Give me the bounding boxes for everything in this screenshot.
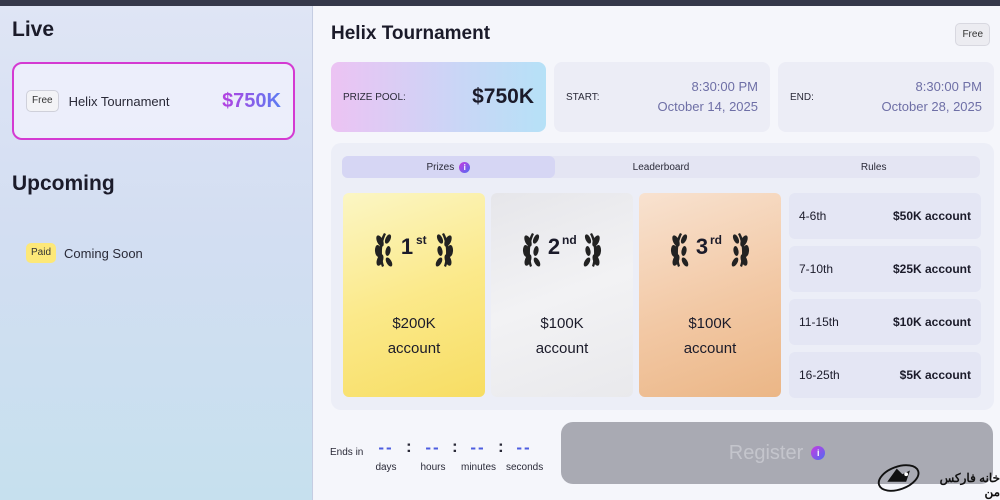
rank-range: 7-10th — [799, 262, 834, 276]
watermark-text: خانه فارکس من — [939, 471, 1000, 499]
minutes-label: minutes — [461, 462, 497, 473]
prize-pool-card: PRIZE POOL: $750K — [331, 62, 546, 132]
upcoming-heading: Upcoming — [12, 172, 115, 195]
first-place-prize: $200K — [392, 315, 436, 332]
tab-leaderboard-label: Leaderboard — [632, 161, 690, 173]
tab-leaderboard[interactable]: Leaderboard — [555, 156, 768, 178]
tournament-amount: $750K — [222, 89, 281, 112]
second-place-number: 2 — [548, 234, 560, 259]
start-date-card: START: 8:30:00 PM October 14, 2025 — [554, 62, 770, 132]
start-date: October 14, 2025 — [657, 99, 758, 114]
tab-prizes-label: Prizes — [426, 161, 455, 173]
info-icon: i — [459, 161, 471, 173]
ends-in-label: Ends in — [330, 447, 364, 458]
tab-rules[interactable]: Rules — [767, 156, 980, 178]
fox-logo-icon — [877, 464, 920, 492]
upcoming-tournament-item[interactable]: Paid Coming Soon — [26, 243, 143, 263]
list-item: 7-10th $25K account — [789, 246, 981, 292]
countdown-seconds: -- seconds — [506, 438, 544, 473]
seconds-value: -- — [516, 438, 532, 457]
list-item: 11-15th $10K account — [789, 299, 981, 345]
list-item: 16-25th $5K account — [789, 352, 981, 398]
sidebar: Live Free Helix Tournament $750K Upcomin… — [0, 6, 313, 500]
second-place-card: 2 nd $100K account — [491, 193, 633, 397]
third-place-prize-type: account — [683, 340, 737, 357]
end-date: October 28, 2025 — [881, 99, 982, 114]
countdown-days: -- days — [374, 438, 398, 473]
end-time: 8:30:00 PM — [915, 79, 983, 94]
rank-prize-list: 4-6th $50K account 7-10th $25K account 1… — [789, 193, 981, 405]
prize-pool-value: $750K — [472, 85, 534, 108]
hours-value: -- — [425, 438, 441, 457]
time-separator: : — [452, 437, 458, 456]
third-place-card: 3 rd $100K account — [639, 193, 781, 397]
third-place-number: 3 — [696, 234, 708, 259]
time-separator: : — [498, 437, 504, 456]
free-badge: Free — [26, 90, 59, 112]
days-label: days — [375, 462, 397, 473]
countdown-hours: -- hours — [418, 438, 448, 473]
laurel-wreath-icon: 3 rd — [670, 233, 750, 267]
seconds-label: seconds — [506, 462, 544, 473]
end-date-card: END: 8:30:00 PM October 28, 2025 — [778, 62, 994, 132]
first-place-card: 1 st $200K account — [343, 193, 485, 397]
list-item: 4-6th $50K account — [789, 193, 981, 239]
upcoming-name: Coming Soon — [64, 245, 143, 261]
rank-prize: $10K account — [892, 315, 971, 329]
start-label: START: — [566, 91, 600, 103]
prize-pool-label: PRIZE POOL: — [343, 91, 406, 103]
register-label: Register — [728, 441, 804, 464]
tournament-name: Helix Tournament — [68, 93, 170, 109]
main-panel: Helix Tournament Free PRIZE POOL: $750K … — [314, 6, 1000, 500]
tab-prizes[interactable]: Prizes i — [342, 156, 555, 178]
free-tag: Free — [955, 23, 990, 46]
paid-badge: Paid — [26, 243, 57, 263]
laurel-wreath-icon: 1 st — [374, 233, 454, 267]
rank-prize: $5K account — [899, 368, 971, 382]
rank-range: 16-25th — [799, 368, 840, 382]
second-place-prize-type: account — [535, 340, 589, 357]
tab-bar: Prizes i Leaderboard Rules — [342, 156, 980, 178]
days-value: -- — [378, 438, 394, 457]
page-title: Helix Tournament — [331, 23, 491, 44]
rank-prize: $25K account — [892, 262, 971, 276]
rank-range: 11-15th — [799, 315, 839, 329]
time-separator: : — [406, 437, 412, 456]
prizes-panel: Prizes i Leaderboard Rules 1 st $200K ac… — [331, 143, 994, 410]
first-place-suffix: st — [416, 233, 427, 247]
laurel-wreath-icon: 2 nd — [522, 233, 602, 267]
second-place-prize: $100K — [540, 315, 584, 332]
rank-range: 4-6th — [799, 209, 827, 223]
rank-prize: $50K account — [892, 209, 971, 223]
live-heading: Live — [12, 18, 55, 41]
third-place-suffix: rd — [710, 233, 722, 247]
second-place-suffix: nd — [562, 233, 577, 247]
end-label: END: — [790, 91, 814, 103]
minutes-value: -- — [470, 438, 486, 457]
first-place-number: 1 — [401, 234, 413, 259]
watermark: خانه فارکس من — [876, 456, 1000, 500]
start-time: 8:30:00 PM — [691, 79, 759, 94]
first-place-prize-type: account — [387, 340, 441, 357]
live-tournament-card[interactable]: Free Helix Tournament $750K — [12, 62, 295, 140]
tab-rules-label: Rules — [860, 161, 887, 173]
third-place-prize: $100K — [688, 315, 732, 332]
countdown-minutes: -- minutes — [461, 438, 497, 473]
info-icon: i — [811, 446, 826, 460]
hours-label: hours — [420, 462, 446, 473]
